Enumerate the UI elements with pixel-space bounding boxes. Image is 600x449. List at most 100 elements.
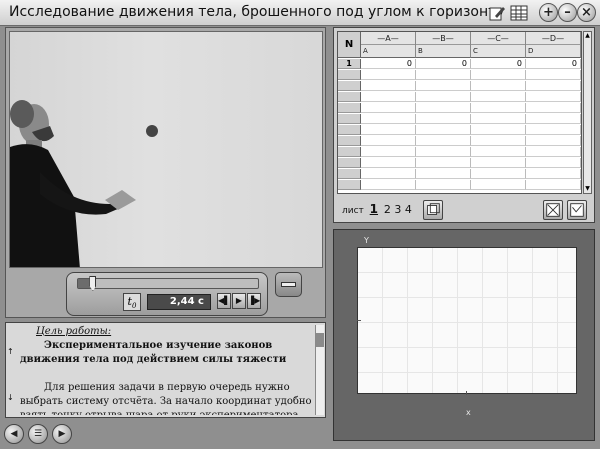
table-cell[interactable] — [526, 136, 581, 146]
copy-icon[interactable] — [423, 200, 443, 220]
table-cell[interactable] — [471, 180, 526, 190]
forward-arrow-icon[interactable]: ▶ — [52, 424, 72, 444]
table-cell[interactable] — [361, 92, 416, 102]
text-scrollbar[interactable] — [315, 325, 324, 415]
table-cell[interactable] — [416, 70, 471, 80]
scroll-down-icon[interactable]: ↓ — [7, 393, 14, 402]
play-button[interactable]: ▶ — [232, 293, 246, 309]
table-cell[interactable] — [471, 147, 526, 157]
table-cell[interactable] — [471, 81, 526, 91]
row-number[interactable] — [338, 125, 361, 135]
back-arrow-icon[interactable]: ◀ — [4, 424, 24, 444]
table-cell[interactable] — [361, 169, 416, 179]
window-title: Исследование движения тела, брошенного п… — [9, 4, 505, 20]
table-cell[interactable] — [361, 114, 416, 124]
table-cell[interactable] — [416, 81, 471, 91]
table-cell[interactable] — [416, 92, 471, 102]
table-cell[interactable] — [471, 114, 526, 124]
table-cell[interactable] — [471, 92, 526, 102]
table-cell[interactable] — [416, 103, 471, 113]
column-letter: D — [528, 47, 534, 55]
scroll-down-icon[interactable]: ▼ — [584, 185, 591, 193]
table-cell[interactable] — [526, 103, 581, 113]
time-slider-thumb[interactable] — [89, 276, 97, 291]
row-number[interactable] — [338, 70, 361, 80]
table-cell[interactable] — [416, 147, 471, 157]
x-axis-label: x — [466, 408, 471, 417]
grid-scrollbar[interactable]: ▲ ▼ — [583, 31, 592, 194]
mode-button[interactable] — [275, 272, 302, 297]
table-cell[interactable] — [526, 70, 581, 80]
row-number[interactable] — [338, 169, 361, 179]
row-number[interactable] — [338, 136, 361, 146]
row-number[interactable] — [338, 92, 361, 102]
table-cell[interactable] — [361, 180, 416, 190]
table-cell[interactable] — [526, 147, 581, 157]
scroll-up-icon[interactable]: ↑ — [7, 347, 14, 356]
table-cell[interactable]: 0 — [361, 59, 416, 69]
row-number[interactable] — [338, 81, 361, 91]
graph-plot-area[interactable] — [357, 247, 577, 395]
edit-icon[interactable] — [488, 4, 506, 22]
column-letter: C — [473, 47, 478, 55]
table-icon[interactable] — [510, 4, 528, 22]
table-cell[interactable]: 0 — [416, 59, 471, 69]
table-cell[interactable] — [526, 169, 581, 179]
table-cell[interactable] — [416, 180, 471, 190]
table-cell[interactable] — [471, 169, 526, 179]
table-cell[interactable] — [471, 70, 526, 80]
step-back-button[interactable]: ◀▌ — [217, 293, 231, 309]
table-cell[interactable] — [361, 158, 416, 168]
table-cell[interactable] — [526, 125, 581, 135]
close-button[interactable]: × — [577, 3, 596, 22]
column-header[interactable]: —C— C — [471, 32, 526, 58]
table-cell[interactable] — [471, 136, 526, 146]
table-cell[interactable] — [526, 180, 581, 190]
table-cell[interactable] — [471, 125, 526, 135]
table-cell[interactable] — [361, 147, 416, 157]
table-cell[interactable]: 0 — [471, 59, 526, 69]
table-cell[interactable] — [416, 114, 471, 124]
body-text: Для решения задачи в первую очередь нужн… — [20, 382, 312, 415]
tab-sheets-other[interactable]: 2 3 4 — [384, 203, 412, 216]
tab-sheet-1[interactable]: 1 — [370, 202, 378, 216]
sheet-tabs-label: лист — [342, 206, 364, 216]
table-cell[interactable] — [526, 158, 581, 168]
scroll-up-icon[interactable]: ▲ — [584, 32, 591, 40]
table-cell[interactable] — [526, 92, 581, 102]
table-cell[interactable]: 0 — [526, 59, 581, 69]
graph-icon[interactable] — [543, 200, 563, 220]
row-number[interactable]: 1 — [338, 59, 361, 69]
spreadsheet-panel: N —A— A —B— B —C— C —D— D 1 0 0 0 0 ▲ ▼ лист 1 2 3 4 — [333, 27, 595, 223]
table-cell[interactable] — [471, 103, 526, 113]
table-cell[interactable] — [416, 125, 471, 135]
row-number[interactable] — [338, 114, 361, 124]
column-header[interactable]: —B— B — [416, 32, 471, 58]
step-forward-button[interactable]: ▐▶ — [247, 293, 261, 309]
table-cell[interactable] — [416, 169, 471, 179]
table-cell[interactable] — [361, 70, 416, 80]
menu-icon[interactable]: ☰ — [28, 424, 48, 444]
chart-icon[interactable] — [567, 200, 587, 220]
add-button[interactable]: + — [539, 3, 558, 22]
column-header[interactable]: —A— A — [361, 32, 416, 58]
t0-button[interactable]: t0 — [123, 293, 141, 311]
table-cell[interactable] — [416, 158, 471, 168]
table-cell[interactable] — [361, 103, 416, 113]
text-scrollbar-thumb[interactable] — [316, 333, 324, 347]
x-axis-tick — [466, 391, 467, 395]
table-cell[interactable] — [526, 114, 581, 124]
row-number[interactable] — [338, 158, 361, 168]
column-header[interactable]: —D— D — [526, 32, 581, 58]
table-cell[interactable] — [361, 81, 416, 91]
row-number[interactable] — [338, 147, 361, 157]
time-slider[interactable] — [77, 276, 259, 291]
table-cell[interactable] — [526, 81, 581, 91]
table-cell[interactable] — [361, 136, 416, 146]
table-cell[interactable] — [471, 158, 526, 168]
row-number[interactable] — [338, 103, 361, 113]
table-cell[interactable] — [361, 125, 416, 135]
minimize-button[interactable]: – — [558, 3, 577, 22]
row-number[interactable] — [338, 180, 361, 190]
table-cell[interactable] — [416, 136, 471, 146]
